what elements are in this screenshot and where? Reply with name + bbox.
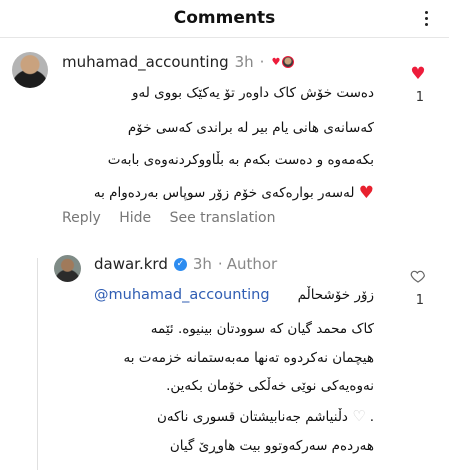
comments-screen: Comments muhamad_accounting 3h · ♥ دەست … [0,0,449,470]
reply-button[interactable]: Reply [62,210,101,226]
comment-text-line: دەست خۆش کاک داوەر تۆ یەکێک بووی لەو [132,85,374,101]
separator-dot: · [217,255,223,273]
comment-text-line: زۆر خۆشحاڵم [297,287,374,303]
comment-username[interactable]: dawar.krd [94,255,168,273]
comment-text-line-4: لەسەر بوارەکەی خۆم زۆر سوپاس بەردەوام بە [93,185,355,201]
comment-text-line: کاک محمد گیان کە سوودتان بینیوە. ئێمە [150,321,374,337]
verified-badge-icon: ✓ [173,257,187,271]
comment-text-line: هەردەم سەرکەوتوو بیت هاوڕێ گیان [169,438,374,454]
red-heart-emoji-icon: ♥ [358,183,374,203]
like-heart-outline-icon[interactable] [410,268,426,284]
comment-text-line: بکەمەوە و دەست بکەم بە بڵاووکردنەوەی باب… [107,152,374,168]
comment-header: muhamad_accounting 3h · ♥ [62,52,295,72]
comment-username[interactable]: muhamad_accounting [62,53,229,71]
mention-link[interactable]: @muhamad_accounting [94,287,270,303]
like-count: 1 [415,90,424,105]
creator-liked-heart-icon: ♥ [271,56,281,68]
like-count: 1 [415,293,424,308]
comment-time: 3h [234,53,254,71]
comment-text-line: کەسانەی هانی یام بیر لە براندی کەسی خۆم [127,120,374,136]
white-heart-emoji-icon: ♡ [352,407,366,425]
hide-button[interactable]: Hide [119,210,151,226]
comment-text-line-5: دڵنیاشم جەنابیشتان قسوری ناکەن [156,409,348,425]
comments-header: Comments [0,0,449,38]
comment-text-line: نەوەیەکی نوێی خەڵکی خۆمان بکەین. [166,378,374,394]
creator-avatar-icon [282,56,295,68]
comment-text-line: ♥ لەسەر بوارەکەی خۆم زۆر سوپاس بەردەوام … [94,183,374,203]
separator-dot: · [259,53,265,71]
see-translation-button[interactable]: See translation [170,210,276,226]
reply-thread-line [37,258,38,470]
comment-text-line: .♡ دڵنیاشم جەنابیشتان قسوری ناکەن [156,407,374,425]
comment-actions: Reply Hide See translation [62,210,289,226]
header-divider [0,37,449,38]
author-label: Author [226,255,278,273]
comment-text-line: هیچمان نەکردوە تەنها مەبەستمانە خزمەت بە [123,350,375,366]
avatar[interactable] [54,255,81,282]
more-options-icon[interactable] [425,11,429,29]
like-heart-icon[interactable]: ♥ [409,66,427,83]
comment-time: 3h [192,255,212,273]
page-title: Comments [173,8,276,28]
avatar[interactable] [12,52,48,88]
comment-header: dawar.krd ✓ 3h · Author [94,254,277,274]
